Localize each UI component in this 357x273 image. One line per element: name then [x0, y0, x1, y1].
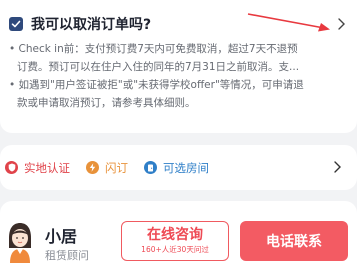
phone-contact-button[interactable]: 电话联系 [240, 221, 348, 261]
tag-room-selection: 可选房间 [144, 160, 209, 176]
chevron-right-icon[interactable] [332, 159, 342, 175]
shield-icon [5, 161, 18, 174]
faq-line: 款或申请取消预订，请参考具体细则。 [17, 97, 196, 109]
tag-verified: 实地认证 [5, 160, 70, 176]
chevron-right-icon[interactable] [335, 16, 347, 32]
call-button-label: 电话联系 [266, 234, 322, 250]
chat-button-subtitle: 160+人近30天问过 [141, 245, 209, 254]
consultant-avatar [9, 223, 31, 263]
door-icon [144, 161, 157, 174]
faq-body: • Check in前：支付预订费7天内可免费取消，超过7天不退预 订费。预订可… [9, 40, 339, 112]
consultant-name: 小居 [45, 227, 78, 246]
feature-tags-row[interactable]: 实地认证 闪订 可选房间 [0, 145, 357, 190]
tag-label: 可选房间 [163, 160, 209, 175]
tag-label: 闪订 [105, 160, 128, 175]
online-chat-button[interactable]: 在线咨询 160+人近30天问过 [121, 221, 229, 261]
red-arrow-annotation [247, 13, 330, 32]
faq-title: 我可以取消订单吗? [31, 17, 152, 33]
checkbox-checked-icon [9, 17, 23, 31]
tag-label: 实地认证 [24, 160, 70, 175]
faq-card[interactable]: 我可以取消订单吗? • Check in前：支付预订费7天内可免费取消，超过7天… [0, 0, 357, 133]
tag-instant-booking: 闪订 [86, 160, 128, 176]
faq-line: • Check in前：支付预订费7天内可免费取消，超过7天不退预 [9, 43, 298, 55]
consultant-role: 租赁顾问 [45, 249, 89, 262]
bottom-action-bar: 小居 租赁顾问 在线咨询 160+人近30天问过 电话联系 [0, 201, 357, 273]
faq-line: 订费。预订可以在住户入住的同年的7月31日之前取消。支... [17, 61, 300, 73]
chat-button-label: 在线咨询 [147, 227, 203, 243]
faq-line: • 如遇到"用户签证被拒"或"未获得学校offer"等情况，可申请退 [9, 79, 304, 91]
lightning-icon [86, 161, 99, 174]
